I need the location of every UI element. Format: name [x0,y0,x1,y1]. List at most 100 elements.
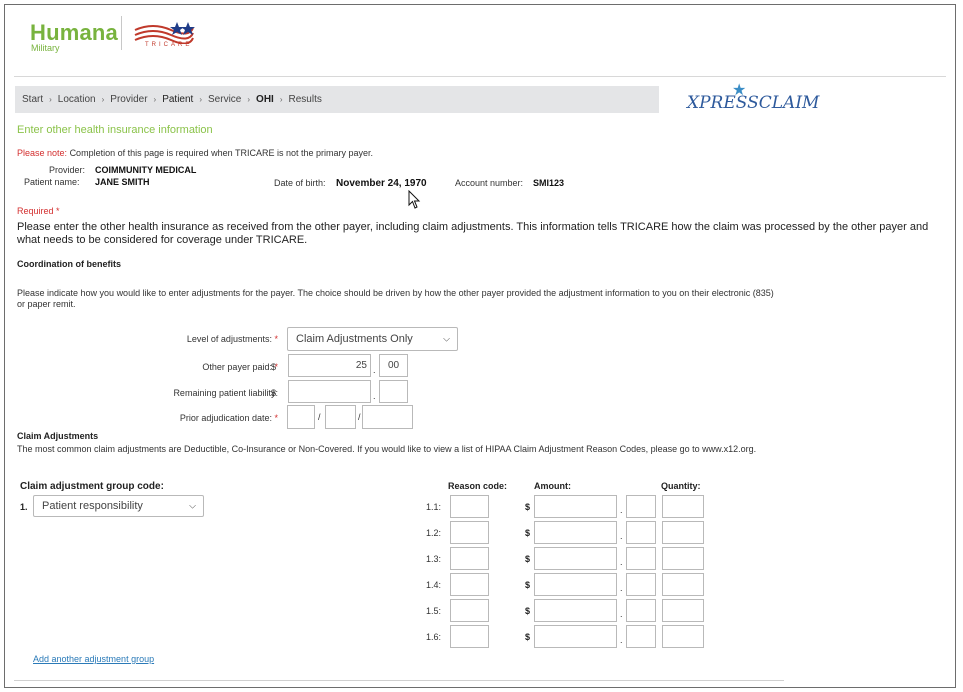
dob-value: November 24, 1970 [336,178,427,189]
adjustment-row-label: 1.5: [426,606,442,616]
amount-decimal: . [620,531,623,541]
breadcrumb: Start › Location › Provider › Patient › … [15,86,659,113]
breadcrumb-provider[interactable]: Provider [110,94,147,105]
quantity-input[interactable] [662,521,704,544]
humana-logo-sub: Military [31,43,60,53]
reason-code-header: Reason code: [448,481,508,491]
tricare-wordmark: TRICARE [145,42,193,48]
remaining-liability-label: Remaining patient liability: [173,388,278,398]
remaining-liability-cents-input[interactable] [379,380,408,403]
xpressclaim-logo: XPRESSCLAIM [687,93,820,113]
amount-decimal: . [620,557,623,567]
amount-decimal: . [620,609,623,619]
breadcrumb-service[interactable]: Service [208,94,241,105]
breadcrumb-separator: › [153,95,157,104]
breadcrumb-patient[interactable]: Patient [162,94,193,105]
prior-adjudication-day-input[interactable] [325,405,356,429]
amount-dollars-input[interactable] [534,495,617,518]
other-payer-paid-label: Other payer paid: * [202,362,278,372]
mouse-cursor-icon [408,190,421,209]
prior-adjudication-date-label: Prior adjudication date: * [179,413,278,423]
amount-dollars-input[interactable] [534,547,617,570]
chevron-down-icon: ⌵ [189,500,196,511]
chevron-down-icon: ⌵ [443,333,450,344]
remaining-liability-dollars-input[interactable] [288,380,371,403]
add-adjustment-group-link[interactable]: Add another adjustment group [33,654,154,664]
breadcrumb-ohi: OHI [256,94,274,105]
header-divider [14,76,946,77]
reason-code-input[interactable] [450,495,489,518]
breadcrumb-separator: › [101,95,105,104]
reason-code-input[interactable] [450,547,489,570]
adjustment-row-label: 1.3: [426,554,442,564]
reason-code-input[interactable] [450,573,489,596]
amount-dollars-input[interactable] [534,573,617,596]
breadcrumb-location[interactable]: Location [58,94,96,105]
group-code-select[interactable]: Patient responsibility ⌵ [33,495,204,517]
cob-heading: Coordination of benefits [17,259,121,269]
adjustment-row-label: 1.6: [426,632,442,642]
amount-dollars-input[interactable] [534,521,617,544]
dob-label: Date of birth: [274,178,326,188]
amount-currency: $ [525,632,531,642]
other-payer-paid-dollars-input[interactable]: 25 [288,354,371,377]
claim-adjustments-description: The most common claim adjustments are De… [17,444,757,454]
amount-currency: $ [525,528,531,538]
amount-currency: $ [525,554,531,564]
prior-adjudication-year-input[interactable] [362,405,413,429]
patient-name-label: Patient name: [24,177,80,187]
breadcrumb-separator: › [49,95,52,104]
quantity-input[interactable] [662,625,704,648]
primary-payer-note: Please note: Completion of this page is … [17,148,373,158]
amount-currency: $ [525,606,531,616]
date-separator: / [358,412,361,422]
group-number: 1. [20,502,28,512]
amount-dollars-input[interactable] [534,625,617,648]
adjustment-row-label: 1.2: [426,528,442,538]
level-of-adjustments-label: Level of adjustments: * [186,334,278,344]
provider-value: COIMMUNITY MEDICAL [95,165,197,175]
account-number-value: SMI123 [533,178,565,188]
other-payer-paid-cents-input[interactable]: 00 [379,354,408,377]
amount-cents-input[interactable] [626,521,656,544]
amount-currency: $ [525,502,531,512]
amount-cents-input[interactable] [626,495,656,518]
amount-cents-input[interactable] [626,599,656,622]
paid-decimal: . [373,365,376,375]
amount-cents-input[interactable] [626,625,656,648]
prior-adjudication-month-input[interactable] [287,405,315,429]
reason-code-input[interactable] [450,599,489,622]
tricare-flag-icon [134,22,195,44]
paid-currency: $ [271,362,277,372]
amount-decimal: . [620,583,623,593]
adjustment-row-label: 1.4: [426,580,442,590]
quantity-input[interactable] [662,573,704,596]
note-text: Completion of this page is required when… [69,148,374,158]
amount-cents-input[interactable] [626,547,656,570]
amount-dollars-input[interactable] [534,599,617,622]
reason-code-input[interactable] [450,521,489,544]
required-indicator: Required * [17,206,60,216]
group-code-label: Claim adjustment group code: [20,481,164,492]
quantity-input[interactable] [662,495,704,518]
quantity-input[interactable] [662,547,704,570]
amount-cents-input[interactable] [626,573,656,596]
logo-divider [121,16,122,50]
liability-currency: $ [271,388,277,398]
note-label: Please note: [17,148,68,158]
claim-adjustments-heading: Claim Adjustments [17,431,99,441]
account-number-label: Account number: [455,178,524,188]
level-of-adjustments-select[interactable]: Claim Adjustments Only ⌵ [287,327,458,351]
breadcrumb-separator: › [279,95,283,104]
liability-decimal: . [373,391,376,401]
amount-header: Amount: [534,481,571,491]
adjustment-row-label: 1.1: [426,502,442,512]
amount-decimal: . [620,505,623,515]
provider-label: Provider: [49,165,86,175]
amount-currency: $ [525,580,531,590]
breadcrumb-separator: › [247,95,251,104]
cob-instructions: Please indicate how you would like to en… [17,288,774,309]
reason-code-input[interactable] [450,625,489,648]
quantity-input[interactable] [662,599,704,622]
breadcrumb-start[interactable]: Start [22,94,43,105]
